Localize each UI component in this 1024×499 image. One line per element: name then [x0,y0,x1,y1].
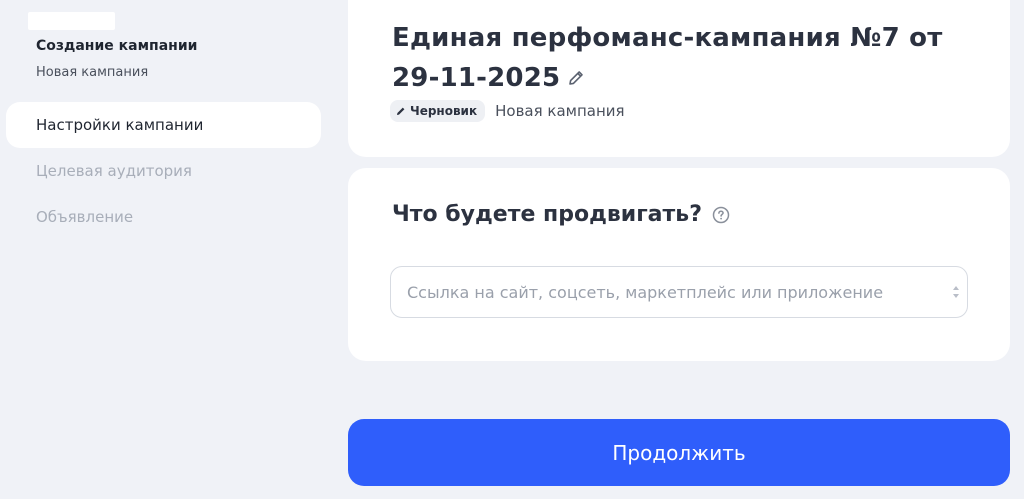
sidebar-item-label: Настройки кампании [36,116,204,134]
spinner-up-icon[interactable] [953,286,959,290]
spinner-down-icon[interactable] [953,294,959,298]
sidebar: Создание кампании Новая кампания Настрой… [0,0,330,499]
logo-placeholder [28,12,115,30]
status-row: Черновик Новая кампания [390,100,625,122]
sidebar-item-label: Объявление [36,208,134,226]
sidebar-title: Создание кампании [36,38,198,54]
sidebar-item-label: Целевая аудитория [36,162,192,180]
sidebar-subtitle: Новая кампания [36,65,149,80]
help-icon[interactable] [712,206,730,224]
pencil-icon[interactable] [566,68,586,88]
campaign-header-card: Единая перфоманс-кампания №7 от 29-11-20… [348,0,1010,157]
pencil-icon [397,107,405,115]
url-input-wrapper [390,266,968,318]
sidebar-item-ad[interactable]: Объявление [6,194,321,240]
promo-card: Что будете продвигать? [348,168,1010,361]
status-subtitle: Новая кампания [495,102,625,120]
status-badge: Черновик [390,100,486,122]
campaign-creation-page: Создание кампании Новая кампания Настрой… [0,0,1024,499]
status-badge-label: Черновик [410,104,478,118]
promo-title-text: Что будете продвигать? [392,202,702,227]
page-title: Единая перфоманс-кампания №7 от 29-11-20… [392,18,972,98]
input-spinner[interactable] [951,286,961,298]
campaign-title-text: Единая перфоманс-кампания №7 от 29-11-20… [392,23,943,93]
url-input[interactable] [391,267,951,317]
sidebar-item-campaign-settings[interactable]: Настройки кампании [6,102,321,148]
promo-title: Что будете продвигать? [392,202,730,227]
continue-button[interactable]: Продолжить [348,419,1010,486]
sidebar-item-target-audience[interactable]: Целевая аудитория [6,148,321,194]
